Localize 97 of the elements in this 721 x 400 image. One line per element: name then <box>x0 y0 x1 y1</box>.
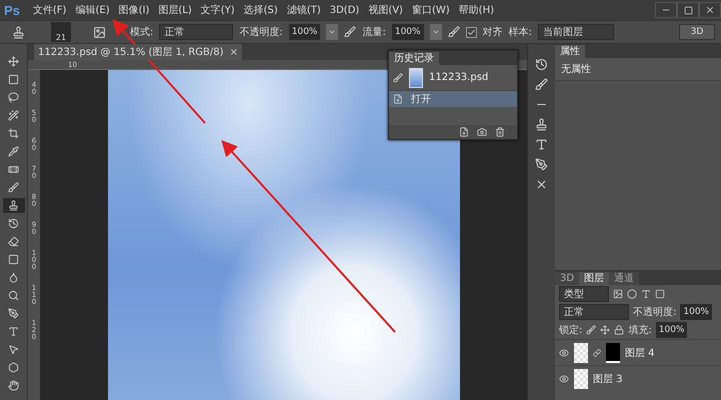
brush-icon <box>8 182 19 193</box>
new-document-icon <box>459 127 469 137</box>
align-checkbox[interactable] <box>466 26 477 38</box>
snapshot-thumbnail <box>409 68 423 88</box>
stamp-icon <box>12 26 25 38</box>
square-icon <box>8 254 19 265</box>
history-icon <box>8 218 19 229</box>
dropdown-button[interactable] <box>326 24 338 40</box>
camera-icon <box>477 127 487 137</box>
align-label: 对齐 <box>482 26 503 39</box>
lock-label: 锁定: <box>559 324 582 337</box>
brush-icon <box>393 72 403 82</box>
menu-item[interactable]: 图像(I) <box>118 3 150 17</box>
move-icon <box>8 56 19 67</box>
square-icon <box>8 74 19 85</box>
brush-icon <box>535 78 548 91</box>
maximize-button[interactable] <box>677 2 699 18</box>
layer-thumbnail <box>574 342 588 362</box>
brush-icon <box>586 325 596 335</box>
flow-field[interactable]: 100% <box>392 24 424 40</box>
document-tab[interactable]: 112233.psd @ 15.1% (图层 1, RGB/8) × <box>34 44 242 60</box>
opacity-label: 不透明度: <box>633 306 676 319</box>
image-icon <box>613 289 623 299</box>
circle-icon <box>627 289 637 299</box>
mode-select[interactable]: 正常 <box>159 24 234 40</box>
menu-item[interactable]: 文字(Y) <box>200 3 235 17</box>
mode-label: 模式: <box>130 26 154 39</box>
opacity-field[interactable]: 100% <box>288 24 320 40</box>
close-button[interactable] <box>699 2 721 18</box>
sample-label: 样本: <box>508 26 532 39</box>
history-item[interactable]: 打开 <box>389 91 517 107</box>
stamp-icon <box>535 118 548 131</box>
crop-icon <box>8 128 19 139</box>
brush-icon <box>344 26 356 38</box>
caret-icon <box>328 28 336 36</box>
lock-icon <box>614 325 624 335</box>
eye-icon[interactable] <box>559 374 569 384</box>
panel-tab[interactable]: 属性 <box>555 45 585 58</box>
type-icon <box>8 326 19 337</box>
blend-select[interactable]: 正常 <box>559 304 629 320</box>
brush-size[interactable]: 21 <box>51 22 71 42</box>
dropdown-button[interactable] <box>430 24 442 40</box>
layer-name: 图层 4 <box>625 346 655 360</box>
panel-tab[interactable]: 3D <box>555 272 580 285</box>
snapshot-name[interactable]: 112233.psd <box>429 72 488 83</box>
history-icon <box>535 58 548 71</box>
layer-row[interactable]: 图层 3 <box>555 365 721 391</box>
layer-row[interactable]: 图层 4 <box>555 339 721 365</box>
menu-item[interactable]: 帮助(H) <box>458 3 494 17</box>
close-icon <box>705 5 715 15</box>
document-icon <box>393 94 403 104</box>
eraser-icon <box>8 236 19 247</box>
move-icon <box>600 325 610 335</box>
menu-item[interactable]: 选择(S) <box>244 3 278 17</box>
eye-icon[interactable] <box>559 348 569 358</box>
opacity-label: 不透明度: <box>239 26 283 39</box>
app-logo: Ps <box>4 2 20 18</box>
menu-item[interactable]: 文件(F) <box>32 3 66 17</box>
menu-item[interactable]: 编辑(E) <box>75 3 110 17</box>
tab-close[interactable]: × <box>230 46 238 58</box>
menu-item[interactable]: 3D(D) <box>330 4 360 16</box>
panel-tab[interactable]: 历史记录 <box>389 52 439 65</box>
hand-icon <box>8 380 19 391</box>
pointer-icon <box>8 344 19 355</box>
panel-tab[interactable]: 图层 <box>579 272 610 285</box>
flow-label: 流量: <box>362 26 386 39</box>
panel-tab[interactable]: 通道 <box>609 272 640 285</box>
mask-thumbnail <box>606 342 620 362</box>
image-icon <box>93 26 106 38</box>
caret-icon <box>432 28 440 36</box>
filter-select[interactable]: 类型 <box>559 286 609 302</box>
square-icon <box>655 289 665 299</box>
fill-field[interactable]: 100% <box>656 322 688 338</box>
menu-item[interactable]: 图层(L) <box>158 3 192 17</box>
fill-label: 填充: <box>628 324 652 337</box>
layer-thumbnail <box>574 368 588 388</box>
type-icon <box>535 138 548 151</box>
pen-icon <box>8 308 19 319</box>
lasso-icon <box>8 92 19 103</box>
opacity-field[interactable]: 100% <box>680 304 712 320</box>
hexagon-icon <box>8 362 19 373</box>
maximize-icon <box>684 6 692 14</box>
trash-icon <box>495 127 505 137</box>
bandage-icon <box>8 164 19 175</box>
menu-item[interactable]: 滤镜(T) <box>286 3 321 17</box>
tool-button[interactable] <box>2 198 24 213</box>
layer-name: 图层 3 <box>593 372 623 386</box>
wand-icon <box>8 110 19 121</box>
drop-icon <box>8 272 19 283</box>
menu-item[interactable]: 窗口(W) <box>412 3 450 17</box>
menu-item[interactable]: 视图(V) <box>368 3 403 17</box>
type-icon <box>641 289 651 299</box>
sample-select[interactable]: 当前图层 <box>538 24 614 40</box>
3d-button[interactable]: 3D <box>679 24 715 40</box>
eyedropper-icon <box>8 146 19 157</box>
magnifier-icon <box>8 290 19 301</box>
stamp-icon <box>8 200 19 211</box>
